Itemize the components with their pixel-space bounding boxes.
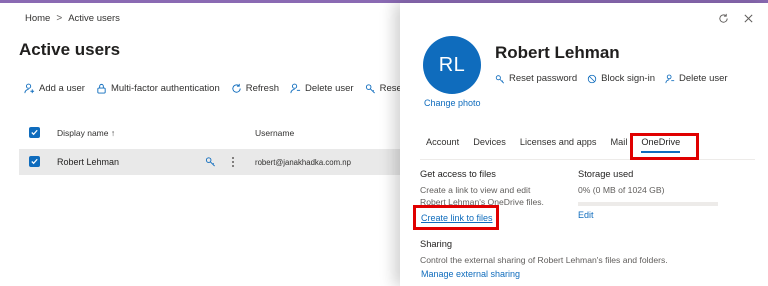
- reset-password-action[interactable]: Reset password: [495, 73, 577, 84]
- create-link-to-files-link[interactable]: Create link to files: [421, 213, 493, 223]
- files-description-line2: Robert Lehman's OneDrive files.: [420, 197, 544, 207]
- breadcrumb: Home > Active users: [25, 13, 120, 24]
- key-icon: [495, 74, 505, 83]
- refresh-label: Refresh: [245, 83, 279, 94]
- user-actions: Reset password Block sign-in Delete user: [495, 73, 728, 84]
- tab-devices[interactable]: Devices: [473, 137, 506, 153]
- table-header: Display name ↑ Username: [19, 126, 400, 146]
- delete-user-button[interactable]: Delete user: [290, 83, 354, 94]
- storage-progress-bar: [578, 202, 718, 206]
- person-add-icon: [24, 83, 35, 94]
- storage-section-title: Storage used: [578, 169, 634, 179]
- row-username: robert@janakhadka.com.np: [255, 158, 351, 167]
- delete-user-action-label: Delete user: [678, 73, 728, 84]
- delete-user-label: Delete user: [305, 83, 354, 94]
- files-description-line1: Create a link to view and edit: [420, 185, 531, 195]
- breadcrumb-separator: >: [56, 13, 63, 24]
- mfa-label: Multi-factor authentication: [110, 83, 220, 94]
- user-name: Robert Lehman: [495, 43, 620, 62]
- close-icon[interactable]: [743, 13, 754, 24]
- tabs-divider: [420, 159, 755, 160]
- mfa-button[interactable]: Multi-factor authentication: [96, 83, 220, 94]
- refresh-button[interactable]: Refresh: [231, 83, 279, 94]
- more-options-icon[interactable]: [230, 156, 236, 168]
- user-details-panel: RL Change photo Robert Lehman Reset pass…: [400, 3, 768, 286]
- change-photo-link[interactable]: Change photo: [424, 98, 481, 108]
- reset-password-action-label: Reset password: [509, 73, 578, 84]
- delete-user-action[interactable]: Delete user: [665, 73, 728, 84]
- avatar: RL: [423, 36, 481, 94]
- page-title: Active users: [19, 40, 121, 59]
- tab-onedrive[interactable]: OneDrive: [641, 137, 680, 153]
- column-header-username[interactable]: Username: [255, 128, 294, 138]
- key-icon: [365, 84, 375, 94]
- tab-account[interactable]: Account: [426, 137, 459, 153]
- sharing-description: Control the external sharing of Robert L…: [420, 255, 668, 265]
- tab-mail[interactable]: Mail: [611, 137, 628, 153]
- refresh-icon[interactable]: [718, 13, 729, 24]
- active-users-page: Home > Active users Active users Add a u…: [0, 3, 434, 286]
- command-bar: Add a user Multi-factor authentication R…: [24, 83, 434, 94]
- row-display-name[interactable]: Robert Lehman: [57, 157, 119, 167]
- storage-edit-link[interactable]: Edit: [578, 210, 594, 220]
- table-row[interactable]: Robert Lehman robert@janakhadka.com.np: [19, 149, 400, 175]
- checkmark-icon: [31, 158, 38, 165]
- reset-password-row-icon[interactable]: [205, 156, 216, 167]
- select-all-checkbox[interactable]: [29, 127, 40, 138]
- block-sign-in-label: Block sign-in: [601, 73, 655, 84]
- tab-licenses-and-apps[interactable]: Licenses and apps: [520, 137, 597, 153]
- files-section-title: Get access to files: [420, 169, 496, 179]
- sharing-section-title: Sharing: [420, 239, 453, 249]
- add-user-button[interactable]: Add a user: [24, 83, 85, 94]
- column-header-display-name[interactable]: Display name ↑: [57, 128, 115, 138]
- manage-external-sharing-link[interactable]: Manage external sharing: [421, 269, 520, 279]
- person-delete-icon: [290, 83, 301, 94]
- checkmark-icon: [31, 129, 38, 136]
- breadcrumb-home[interactable]: Home: [25, 13, 50, 24]
- refresh-icon: [232, 83, 241, 93]
- add-user-label: Add a user: [39, 83, 85, 94]
- block-sign-in-action[interactable]: Block sign-in: [587, 73, 655, 84]
- person-delete-icon: [665, 74, 675, 83]
- tab-list: Account Devices Licenses and apps Mail O…: [426, 137, 680, 153]
- block-icon: [587, 74, 597, 83]
- lock-icon: [97, 83, 106, 94]
- panel-toolbar: [718, 13, 754, 24]
- row-checkbox[interactable]: [29, 156, 40, 167]
- storage-used-value: 0% (0 MB of 1024 GB): [578, 185, 665, 195]
- breadcrumb-current: Active users: [68, 13, 120, 24]
